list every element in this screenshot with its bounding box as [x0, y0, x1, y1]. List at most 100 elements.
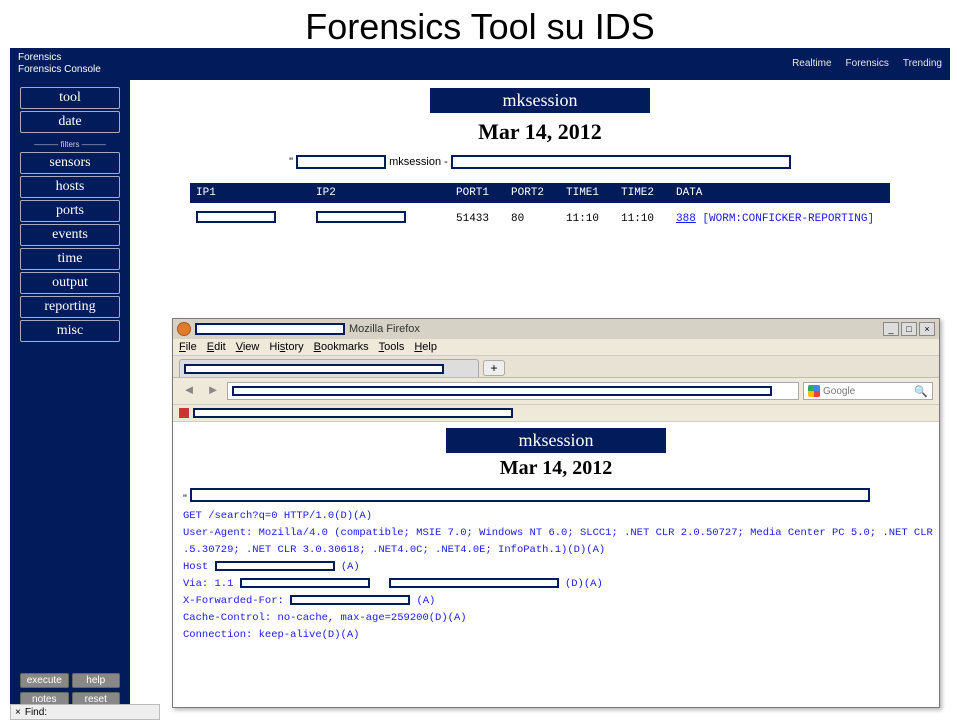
subtitle-row: " mksession - — [130, 155, 950, 169]
nav-realtime[interactable]: Realtime — [792, 58, 831, 69]
data-tag: [WORM:CONFICKER-REPORTING] — [702, 213, 874, 225]
find-bar[interactable]: × Find: — [10, 704, 160, 720]
side-events[interactable]: events — [20, 224, 120, 246]
redacted — [190, 488, 870, 502]
menu-tools[interactable]: Tools — [379, 341, 405, 353]
url-bar[interactable] — [227, 382, 799, 400]
slide-title: Forensics Tool su IDS — [0, 0, 960, 52]
firefox-titlebar[interactable]: Mozilla Firefox _ □ × — [173, 319, 939, 339]
redacted — [195, 323, 345, 335]
side-misc[interactable]: misc — [20, 320, 120, 342]
firefox-content: mksession Mar 14, 2012 " GET /search?q=0… — [173, 422, 939, 650]
mksession-banner: mksession — [430, 88, 650, 113]
side-tool[interactable]: tool — [20, 87, 120, 109]
redacted — [296, 155, 386, 169]
http-line: .5.30729; .NET CLR 3.0.30618; .NET4.0C; … — [183, 544, 929, 556]
subtitle-mid: mksession - — [389, 156, 448, 168]
http-line: Connection: keep-alive(D)(A) — [183, 629, 929, 641]
window-minimize[interactable]: _ — [883, 322, 899, 336]
th-time2: TIME2 — [621, 187, 676, 199]
side-ports[interactable]: ports — [20, 200, 120, 222]
report-date: Mar 14, 2012 — [130, 119, 950, 145]
search-placeholder: Google — [823, 386, 855, 397]
http-line: X-Forwarded-For: (A) — [183, 595, 929, 607]
redacted — [184, 364, 444, 374]
menu-bookmarks[interactable]: Bookmarks — [314, 341, 369, 353]
td-port2: 80 — [511, 213, 566, 225]
btn-execute[interactable]: execute — [20, 673, 69, 688]
btn-help[interactable]: help — [72, 673, 121, 688]
redacted — [240, 578, 370, 588]
side-hosts[interactable]: hosts — [20, 176, 120, 198]
th-data: DATA — [676, 187, 702, 199]
firefox-navbar: ◄ ► Google 🔍 — [173, 378, 939, 405]
find-label: Find: — [25, 707, 47, 718]
suffix: (A) — [341, 561, 360, 573]
window-title-suffix: Mozilla Firefox — [349, 323, 420, 335]
firefox-icon — [177, 322, 191, 336]
table-header: IP1 IP2 PORT1 PORT2 TIME1 TIME2 DATA — [190, 183, 890, 203]
label: Via: 1.1 — [183, 578, 233, 590]
sidebar: tool date ——— filters ——— sensors hosts … — [10, 80, 130, 715]
search-icon[interactable]: 🔍 — [914, 385, 928, 398]
side-reporting[interactable]: reporting — [20, 296, 120, 318]
th-port1: PORT1 — [456, 187, 511, 199]
redacted — [389, 578, 559, 588]
google-icon — [808, 385, 820, 397]
td-time1: 11:10 — [566, 213, 621, 225]
http-line: GET /search?q=0 HTTP/1.0(D)(A) — [183, 510, 929, 522]
data-link[interactable]: 388 — [676, 213, 696, 225]
menu-file[interactable]: File — [179, 341, 197, 353]
side-sensors[interactable]: sensors — [20, 152, 120, 174]
redacted — [290, 595, 410, 605]
redacted — [196, 211, 276, 223]
new-tab-button[interactable]: + — [483, 360, 505, 376]
redacted — [232, 386, 772, 396]
window-close[interactable]: × — [919, 322, 935, 336]
side-time[interactable]: time — [20, 248, 120, 270]
nav-back[interactable]: ◄ — [179, 382, 199, 400]
td-port1: 51433 — [456, 213, 511, 225]
menu-edit[interactable]: Edit — [207, 341, 226, 353]
menu-help[interactable]: Help — [414, 341, 437, 353]
menu-history[interactable]: History — [269, 341, 303, 353]
nav-forensics[interactable]: Forensics — [846, 58, 889, 69]
th-time1: TIME1 — [566, 187, 621, 199]
firefox-window: Mozilla Firefox _ □ × File Edit View His… — [172, 318, 940, 708]
table-row: 51433 80 11:10 11:10 388 [WORM:CONFICKER… — [190, 209, 890, 229]
report-date: Mar 14, 2012 — [183, 457, 929, 480]
suffix: (D)(A) — [565, 578, 603, 590]
th-ip1: IP1 — [196, 187, 316, 199]
menu-view[interactable]: View — [236, 341, 260, 353]
console-header: Forensics Forensics Console Realtime For… — [10, 48, 950, 80]
bookmark-bar — [173, 405, 939, 422]
td-time2: 11:10 — [621, 213, 676, 225]
http-line: Cache-Control: no-cache, max-age=259200(… — [183, 612, 929, 624]
filters-separator: ——— filters ——— — [14, 140, 126, 149]
firefox-tabbar: + — [173, 356, 939, 378]
mksession-banner: mksession — [446, 428, 666, 453]
side-date[interactable]: date — [20, 111, 120, 133]
side-output[interactable]: output — [20, 272, 120, 294]
nav-forward[interactable]: ► — [203, 382, 223, 400]
firefox-menubar: File Edit View History Bookmarks Tools H… — [173, 339, 939, 356]
browser-tab[interactable] — [179, 359, 479, 377]
http-line: User-Agent: Mozilla/4.0 (compatible; MSI… — [183, 527, 929, 539]
nav-trending[interactable]: Trending — [903, 58, 942, 69]
http-line: Host (A) — [183, 561, 929, 573]
window-maximize[interactable]: □ — [901, 322, 917, 336]
th-port2: PORT2 — [511, 187, 566, 199]
bookmark-icon — [179, 408, 189, 418]
close-icon[interactable]: × — [15, 707, 21, 718]
th-ip2: IP2 — [316, 187, 456, 199]
redacted — [193, 408, 513, 418]
http-line: Via: 1.1 (D)(A) — [183, 578, 929, 590]
header-title: Forensics — [18, 52, 101, 64]
search-box[interactable]: Google 🔍 — [803, 382, 933, 400]
suffix: (A) — [416, 595, 435, 607]
redacted — [215, 561, 335, 571]
label: X-Forwarded-For: — [183, 595, 284, 607]
redacted — [316, 211, 406, 223]
header-subtitle: Forensics Console — [18, 64, 101, 76]
redacted — [451, 155, 791, 169]
